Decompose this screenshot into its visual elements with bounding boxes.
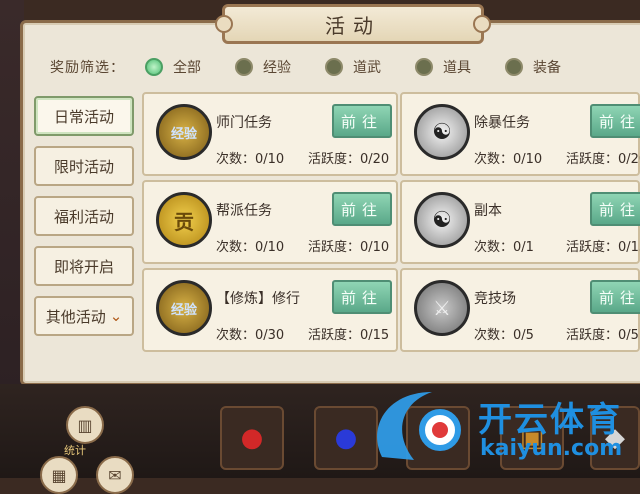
chevron-down-icon: ⌄ <box>109 307 123 325</box>
activity-points: 活跃度：0/15 <box>308 328 390 343</box>
activity-card: ☯ 除暴任务 前往 次数：0/10 活跃度：0/20 <box>400 92 640 176</box>
stats-icon: ▥ <box>77 415 93 435</box>
activity-name: 除暴任务 <box>474 115 530 131</box>
radio-icon <box>325 58 343 76</box>
reward-filter-label: 奖励筛选： <box>50 60 125 76</box>
window-title-text: 活动 <box>325 13 381 38</box>
activity-count: 次数：0/5 <box>474 328 534 343</box>
filter-option-label: 道具 <box>443 60 471 76</box>
activity-name: 师门任务 <box>216 115 272 131</box>
taiji-icon: ☯ <box>414 192 470 248</box>
activity-name: 副本 <box>474 203 502 219</box>
filter-option-all[interactable]: 全部 <box>145 57 201 77</box>
tab-other[interactable]: 其他活动 ⌄ <box>34 296 134 336</box>
go-button[interactable]: 前往 <box>590 104 640 138</box>
activity-count: 次数：0/30 <box>216 328 285 343</box>
reward-filter: 奖励筛选： 全部 经验 道武 道具 装备 <box>50 56 595 78</box>
taiji-icon: ☯ <box>414 104 470 160</box>
filter-option-label: 经验 <box>263 60 291 76</box>
mail-button[interactable]: ✉ <box>96 456 134 494</box>
activity-card: ☯ 副本 前往 次数：0/1 活跃度：0/15 <box>400 180 640 264</box>
watermark-text: 开云体育 <box>478 400 622 440</box>
calendar-button[interactable]: ▦ <box>40 456 78 494</box>
watermark-subtext: kaiyun.com <box>480 436 623 461</box>
stats-button[interactable]: ▥ <box>66 406 104 444</box>
tab-daily[interactable]: 日常活动 <box>34 96 134 136</box>
stats-button-label: 统计 <box>64 444 86 457</box>
tab-label: 其他活动 <box>45 307 106 326</box>
exp-coin-icon: 经验 <box>156 104 212 160</box>
tab-label: 限时活动 <box>53 157 114 176</box>
crossed-swords-icon: ⚔ <box>414 280 470 336</box>
filter-option-label: 装备 <box>533 60 561 76</box>
radio-icon <box>235 58 253 76</box>
radio-icon <box>415 58 433 76</box>
go-button[interactable]: 前往 <box>332 192 392 226</box>
tab-label: 即将开启 <box>53 257 114 276</box>
activity-tabs: 日常活动 限时活动 福利活动 即将开启 其他活动 ⌄ <box>34 96 134 346</box>
radio-icon <box>505 58 523 76</box>
window-title: 活动 <box>215 4 491 44</box>
activity-card: ⚔ 竞技场 前往 次数：0/5 活跃度：0/5 <box>400 268 640 352</box>
activity-card: 经验 【修炼】修行 前往 次数：0/30 活跃度：0/15 <box>142 268 398 352</box>
activity-points: 活跃度：0/5 <box>566 328 639 343</box>
tab-limited[interactable]: 限时活动 <box>34 146 134 186</box>
filter-option-equipment[interactable]: 装备 <box>505 57 561 77</box>
activity-name: 【修炼】修行 <box>216 291 300 307</box>
activity-points: 活跃度：0/10 <box>308 240 390 255</box>
activity-name: 竞技场 <box>474 291 516 307</box>
activity-points: 活跃度：0/20 <box>308 152 390 167</box>
gong-coin-icon: 贡 <box>156 192 212 248</box>
watermark: 开云体育 kaiyun.com <box>362 382 640 472</box>
calendar-icon: ▦ <box>51 465 67 485</box>
activity-count: 次数：0/10 <box>216 240 285 255</box>
filter-option-label: 全部 <box>173 60 201 76</box>
filter-option-label: 道武 <box>353 60 381 76</box>
go-button[interactable]: 前往 <box>590 280 640 314</box>
tab-upcoming[interactable]: 即将开启 <box>34 246 134 286</box>
activity-points: 活跃度：0/15 <box>566 240 640 255</box>
tab-label: 福利活动 <box>53 207 114 226</box>
tab-welfare[interactable]: 福利活动 <box>34 196 134 236</box>
go-button[interactable]: 前往 <box>332 280 392 314</box>
activity-card: 贡 帮派任务 前往 次数：0/10 活跃度：0/10 <box>142 180 398 264</box>
go-button[interactable]: 前往 <box>590 192 640 226</box>
activity-count: 次数：0/10 <box>216 152 285 167</box>
activity-points: 活跃度：0/20 <box>566 152 640 167</box>
radio-selected-icon <box>145 58 163 76</box>
exp-coin-icon: 经验 <box>156 280 212 336</box>
activity-count: 次数：0/1 <box>474 240 534 255</box>
tab-label: 日常活动 <box>53 107 114 126</box>
activity-card: 经验 师门任务 前往 次数：0/10 活跃度：0/20 <box>142 92 398 176</box>
red-gem-icon[interactable]: ● <box>220 406 284 470</box>
filter-option-items[interactable]: 道具 <box>415 57 471 77</box>
filter-option-daowu[interactable]: 道武 <box>325 57 381 77</box>
activity-grid: 经验 师门任务 前往 次数：0/10 活跃度：0/20 ☯ 除暴任务 前往 次数… <box>142 92 640 388</box>
mail-icon: ✉ <box>108 465 122 485</box>
filter-option-exp[interactable]: 经验 <box>235 57 291 77</box>
activity-name: 帮派任务 <box>216 203 272 219</box>
go-button[interactable]: 前往 <box>332 104 392 138</box>
activity-count: 次数：0/10 <box>474 152 543 167</box>
